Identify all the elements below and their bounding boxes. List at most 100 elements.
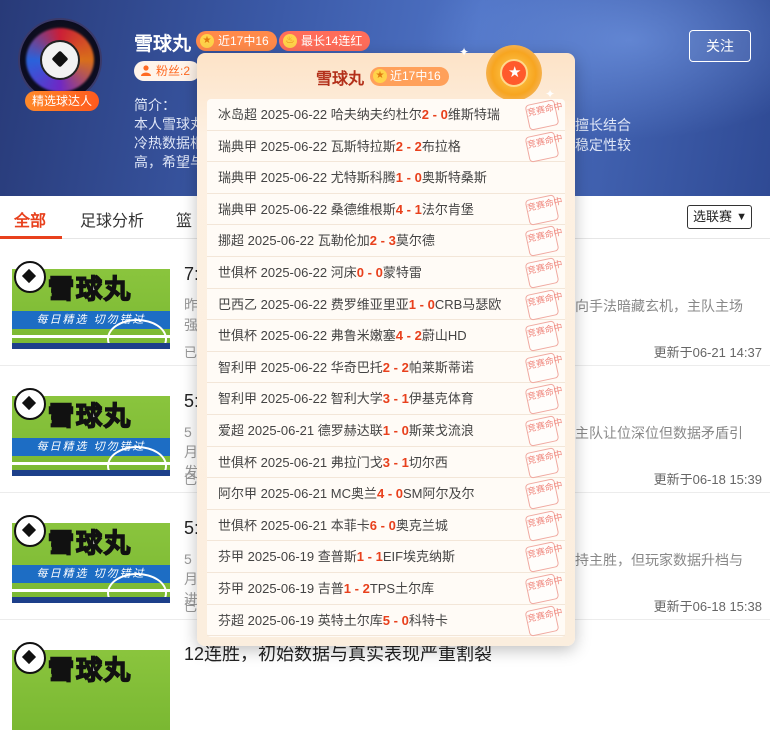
record-date: 2025-06-21: [260, 517, 328, 533]
hit-stamp-icon: 竞赛命中: [524, 99, 564, 131]
record-home-score: 3: [382, 391, 391, 407]
record-league: 瑞典甲: [218, 201, 258, 217]
record-home-score: 1: [382, 422, 391, 438]
record-away-team: 蒙特雷: [382, 264, 422, 280]
record-home-team: 瓦勒伦加: [317, 233, 370, 249]
record-away-team: TPS土尔库: [369, 580, 435, 596]
record-date: 2025-06-22: [260, 201, 328, 217]
record-row[interactable]: 冰岛超 2025-06-22 哈夫纳夫约杜尔2 - 0维斯特瑞 竞赛命中: [207, 99, 565, 131]
record-away-score: 0: [414, 170, 422, 186]
streak-text: 最长14连红: [301, 34, 363, 48]
record-score-separator: -: [429, 107, 441, 122]
record-home-score: 1: [356, 549, 365, 565]
popup-title: 雪球丸: [316, 71, 365, 88]
record-row[interactable]: 世俱杯 2025-06-22 弗鲁米嫩塞4 - 2蔚山HD 竞赛命中: [207, 320, 565, 352]
soccer-ball-icon: [14, 642, 46, 674]
record-row[interactable]: 芬超 2025-06-19 英特土尔库5 - 0科特卡 竞赛命中: [207, 604, 565, 637]
record-home-score: 2: [382, 359, 391, 375]
record-home-score: 0: [356, 264, 365, 280]
record-row[interactable]: 世俱杯 2025-06-21 弗拉门戈3 - 1切尔西 竞赛命中: [207, 446, 565, 479]
record-away-team: 斯莱戈流浪: [408, 422, 474, 438]
record-score-separator: -: [403, 170, 415, 186]
record-date: 2025-06-22: [247, 233, 315, 249]
record-row[interactable]: 瑞典甲 2025-06-22 瓦斯特拉斯2 - 2布拉格 竞赛命中: [207, 130, 565, 163]
record-league: 挪超: [218, 233, 245, 249]
record-away-team: 奥斯特桑斯: [421, 170, 487, 186]
article-date: 更新于06-18 15:39: [653, 472, 762, 487]
article-snippet-continued: 持主胜，但玩家数据升档与: [575, 552, 743, 568]
article-thumbnail: 雪球丸 每日精选 切勿错过: [12, 259, 170, 349]
profile-name: 雪球丸: [134, 34, 192, 55]
record-row[interactable]: 挪超 2025-06-22 瓦勒伦加2 - 3莫尔德 竞赛命中: [207, 225, 565, 258]
record-row[interactable]: 智利甲 2025-06-22 华奇巴托2 - 2帕莱斯蒂诺 竞赛命中: [207, 351, 565, 384]
record-row[interactable]: 芬甲 2025-06-19 查普斯1 - 1EIF埃克纳斯 竞赛命中: [207, 541, 565, 574]
record-date: 2025-06-21: [260, 454, 328, 470]
user-icon: [141, 65, 151, 76]
hit-stamp-icon: 竞赛命中: [524, 573, 564, 605]
record-score-separator: -: [403, 201, 415, 217]
record-league: 爱超: [218, 422, 245, 438]
record-home-team: 弗鲁米嫩塞: [330, 328, 396, 344]
avatar[interactable]: [18, 18, 102, 102]
league-select[interactable]: 选联赛 ▼: [687, 205, 752, 229]
record-date: 2025-06-19: [247, 549, 315, 565]
article-meta: 已: [184, 472, 198, 487]
record-row[interactable]: 瑞典甲 2025-06-22 桑德维根斯4 - 1法尔肯堡 竞赛命中: [207, 193, 565, 226]
tab-basketball[interactable]: 篮: [176, 207, 192, 231]
record-score-separator: -: [351, 580, 363, 596]
record-score-separator: -: [384, 486, 396, 502]
hit-stamp-icon: 竞赛命中: [524, 446, 564, 479]
record-score-separator: -: [377, 233, 389, 249]
hit-stamp-icon: 竞赛命中: [524, 541, 564, 574]
record-away-team: CRB马瑟欧: [434, 296, 502, 312]
article-snippet-continued: 向手法暗藏玄机，主队主场: [575, 298, 743, 314]
recent-record-text: 近17中16: [218, 34, 269, 48]
record-home-score: 1: [395, 170, 404, 186]
record-list: 冰岛超 2025-06-22 哈夫纳夫约杜尔2 - 0维斯特瑞 竞赛命中 瑞典甲 2…: [207, 99, 565, 637]
record-row[interactable]: 巴西乙 2025-06-22 费罗维亚里亚1 - 0CRB马瑟欧 竞赛命中: [207, 288, 565, 321]
record-league: 芬超: [218, 612, 245, 628]
record-row[interactable]: 阿尔甲 2025-06-21 MC奥兰4 - 0SM阿尔及尔 竞赛命中: [207, 478, 565, 510]
record-date: 2025-06-22: [260, 138, 328, 154]
follow-button[interactable]: 关注: [689, 30, 751, 62]
record-score-separator: -: [390, 454, 402, 470]
popup-record-text: 近17中16: [390, 69, 441, 83]
hit-stamp-icon: 竞赛命中: [524, 130, 564, 163]
record-home-team: 吉普: [317, 580, 344, 596]
article-date: 更新于06-18 15:38: [653, 599, 762, 614]
record-league: 瑞典甲: [218, 138, 258, 154]
league-select-value: 选联赛: [693, 209, 733, 224]
record-away-team: 奥克兰城: [395, 517, 448, 533]
record-away-score: 1: [414, 201, 422, 217]
record-row[interactable]: 世俱杯 2025-06-22 河床0 - 0蒙特雷 竞赛命中: [207, 257, 565, 289]
hit-stamp-icon: 竞赛命中: [524, 351, 564, 384]
recent-record-tag: ★ 近17中16: [196, 31, 277, 51]
fans-count: 粉丝:2: [134, 61, 201, 81]
record-score-separator: -: [377, 517, 389, 533]
hit-stamp-icon: 竞赛命中: [524, 604, 564, 637]
soccer-ball-icon: [14, 388, 46, 420]
record-row[interactable]: 爱超 2025-06-21 德罗赫达联1 - 0斯莱戈流浪 竞赛命中: [207, 415, 565, 447]
record-date: 2025-06-22: [260, 359, 328, 375]
record-row[interactable]: 世俱杯 2025-06-21 本菲卡6 - 0奥克兰城 竞赛命中: [207, 509, 565, 542]
record-away-score: 3: [388, 233, 396, 249]
record-score-separator: -: [390, 359, 402, 375]
soccer-ball-icon: [14, 261, 46, 293]
record-row[interactable]: 智利甲 2025-06-22 智利大学3 - 1伊基克体育 竞赛命中: [207, 383, 565, 416]
record-away-score: 0: [401, 612, 409, 628]
tab-all[interactable]: 全部: [14, 207, 46, 231]
record-away-score: 1: [401, 391, 409, 407]
soccer-ball-icon: [14, 515, 46, 547]
record-row[interactable]: 芬甲 2025-06-19 吉普1 - 2TPS土尔库 竞赛命中: [207, 573, 565, 605]
record-score-separator: -: [364, 549, 376, 565]
tab-football-analysis[interactable]: 足球分析: [80, 207, 144, 231]
expert-badge: 精选球达人: [25, 91, 99, 111]
record-away-team: 蔚山HD: [421, 328, 467, 344]
record-home-team: 瓦斯特拉斯: [330, 138, 396, 154]
hit-stamp-icon: 竞赛命中: [524, 478, 564, 510]
record-date: 2025-06-22: [260, 264, 328, 280]
article-thumbnail: 雪球丸: [12, 640, 170, 730]
thumbnail-title: 雪球丸: [47, 401, 133, 433]
record-row[interactable]: 瑞典甲 2025-06-22 尤特斯科腾1 - 0奥斯特桑斯: [207, 162, 565, 194]
record-away-score: 0: [395, 486, 404, 502]
